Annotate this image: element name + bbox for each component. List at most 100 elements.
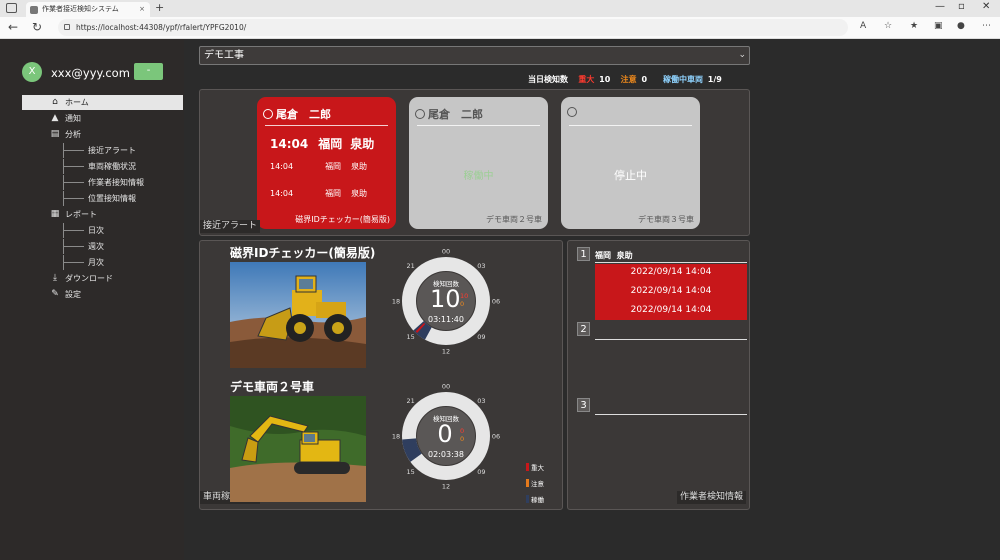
vehicle-2-severe: 0 <box>460 427 465 435</box>
alert-card[interactable]: 尾倉 二郎 14:04 福岡 泉助 14:04 福岡 泉助 14:04 福岡 泉助 磁界IDチェッカ… <box>257 97 396 229</box>
divider <box>569 125 692 126</box>
sidebar-item[interactable]: 月次 <box>22 255 183 270</box>
steering-wheel-icon <box>567 107 577 117</box>
more-icon[interactable]: ⋯ <box>982 21 991 31</box>
alert-pref: 福岡 <box>325 189 341 198</box>
alert-card-vehicle: デモ車両２号車 <box>486 215 542 224</box>
avatar: X <box>22 62 42 82</box>
sidebar-item[interactable]: ✎ 設定 <box>22 287 183 302</box>
restore-icon[interactable]: ▫ <box>958 1 965 12</box>
summary-caution-label: 注意 <box>620 75 637 84</box>
vehicle-2-title: デモ車両２号車 <box>230 380 315 394</box>
alert-card[interactable]: 尾倉 二郎稼働中デモ車両２号車 <box>409 97 548 229</box>
summary-label: 当日検知数 <box>528 75 568 84</box>
vehicle-2-photo <box>230 396 366 502</box>
sidebar-item-label: 分析 <box>65 130 81 139</box>
add-favorite-icon[interactable]: ☆ <box>884 21 892 31</box>
sidebar-item[interactable]: 週次 <box>22 239 183 254</box>
download-icon: ⤓ <box>53 273 57 283</box>
sidebar-item-label: ホーム <box>65 98 89 107</box>
worker-slot-2[interactable]: 2 <box>577 322 590 336</box>
worker-slot-3-divider <box>595 414 747 415</box>
worker-name: 福岡 泉助 <box>595 250 633 261</box>
vehicle-1-severe: 10 <box>460 292 469 300</box>
worker-detection-row[interactable]: 2022/09/14 14:04 <box>595 267 747 277</box>
alert-card[interactable]: 停止中 デモ車両３号車 <box>561 97 700 229</box>
worker-detection-row[interactable]: 2022/09/14 14:04 <box>595 305 747 315</box>
browser-tab[interactable]: 作業者接近検知システム × <box>26 2 150 17</box>
gauge-hour-label: 03 <box>477 262 485 270</box>
alert-row: 14:04 福岡 泉助 <box>270 135 374 152</box>
url-field[interactable]: https://localhost:44308/ypf/rfalert/YPFG… <box>58 19 848 36</box>
vehicle-2-caution: 0 <box>460 435 465 443</box>
legend-swatch <box>526 463 529 471</box>
chevron-down-icon: ⌄ <box>738 50 746 60</box>
alert-card-status: 稼働中 <box>463 171 494 182</box>
divider <box>265 125 388 126</box>
steering-wheel-icon <box>263 109 273 119</box>
legend-label: 注意 <box>531 480 544 488</box>
close-tab-icon[interactable]: × <box>139 2 145 17</box>
summary-active-label: 稼働中車両 <box>662 75 703 84</box>
alert-time: 14:04 <box>270 189 294 198</box>
sidebar-item[interactable]: 車両稼働状況 <box>22 159 183 174</box>
user-menu-button[interactable]: - <box>134 63 163 80</box>
workers-panel-label: 作業者検知情報 <box>677 491 747 504</box>
vehicle-1-caution: 0 <box>460 300 465 308</box>
sidebar-item[interactable]: 作業者接知情報 <box>22 175 183 190</box>
worker-slot-3[interactable]: 3 <box>577 398 590 412</box>
sidebar-item[interactable]: ⤓ ダウンロード <box>22 271 183 286</box>
sidebar-item[interactable]: ▲ 通知 <box>22 111 183 126</box>
daily-summary: 当日検知数 重大 10 注意 0 稼働中車両 1/9 <box>528 74 753 86</box>
alert-card-driver: 尾倉 二郎 <box>428 108 483 121</box>
project-select[interactable]: デモ工事 ⌄ <box>199 46 750 65</box>
tree-connector <box>63 143 84 158</box>
favicon-icon <box>30 6 38 14</box>
gauge-hour-label: 18 <box>392 298 400 306</box>
sidebar-item-label: 車両稼働状況 <box>88 162 136 171</box>
close-window-icon[interactable]: ✕ <box>982 1 990 12</box>
collections-icon[interactable]: ▣ <box>934 21 943 31</box>
sidebar-item[interactable]: 接近アラート <box>22 143 183 158</box>
read-aloud-icon[interactable]: A <box>860 21 866 31</box>
sidebar-item[interactable]: 位置接知情報 <box>22 191 183 206</box>
alert-pref: 福岡 <box>318 137 342 151</box>
browser-chrome: 作業者接近検知システム × + — ▫ ✕ ← ↻ https://localh… <box>0 0 1000 39</box>
sidebar-item-label: 接近アラート <box>88 146 136 155</box>
new-tab-icon[interactable]: + <box>155 1 164 14</box>
wrench-icon: ✎ <box>51 289 59 299</box>
favorites-icon[interactable]: ★ <box>910 21 918 31</box>
sidebar-item-label: 週次 <box>88 242 104 251</box>
legend-swatch <box>526 495 529 503</box>
vehicle-1-time: 03:11:40 <box>428 315 464 324</box>
sidebar-item-label: 位置接知情報 <box>88 194 136 203</box>
vehicle-1-photo <box>230 262 366 368</box>
back-icon[interactable]: ← <box>8 20 18 34</box>
legend-item-caution: 注意 <box>526 478 544 488</box>
legend-swatch <box>526 479 529 487</box>
tree-connector <box>63 175 84 190</box>
home-icon: ⌂ <box>52 97 58 107</box>
sidebar-item-label: 作業者接知情報 <box>88 178 144 187</box>
legend-item-operating: 稼働 <box>526 494 544 504</box>
vehicle-1-count: 10 <box>430 285 461 313</box>
sidebar-item[interactable]: ▤ 分析 <box>22 127 183 142</box>
gauge-hour-label: 15 <box>407 333 415 341</box>
gauge-hour-label: 21 <box>407 397 415 405</box>
tab-actions-icon[interactable] <box>6 3 17 13</box>
alert-card-driver: 尾倉 二郎 <box>276 108 331 121</box>
gauge-hour-label: 21 <box>407 262 415 270</box>
sidebar-item[interactable]: 日次 <box>22 223 183 238</box>
reload-icon[interactable]: ↻ <box>32 20 42 34</box>
minimize-icon[interactable]: — <box>935 1 945 12</box>
sidebar-item[interactable]: ⌂ ホーム <box>22 95 183 110</box>
gauge-hour-label: 15 <box>407 468 415 476</box>
chart-icon: ▤ <box>50 129 60 139</box>
alerts-panel-label: 接近アラート <box>200 220 261 233</box>
sidebar-item[interactable]: ▦ レポート <box>22 207 183 222</box>
worker-detection-row[interactable]: 2022/09/14 14:04 <box>595 286 747 296</box>
worker-slot-1[interactable]: 1 <box>577 247 590 261</box>
profile-icon[interactable]: ● <box>957 21 965 31</box>
worker-name-pref: 福岡 <box>595 251 611 260</box>
legend-label: 稼働 <box>531 496 544 504</box>
